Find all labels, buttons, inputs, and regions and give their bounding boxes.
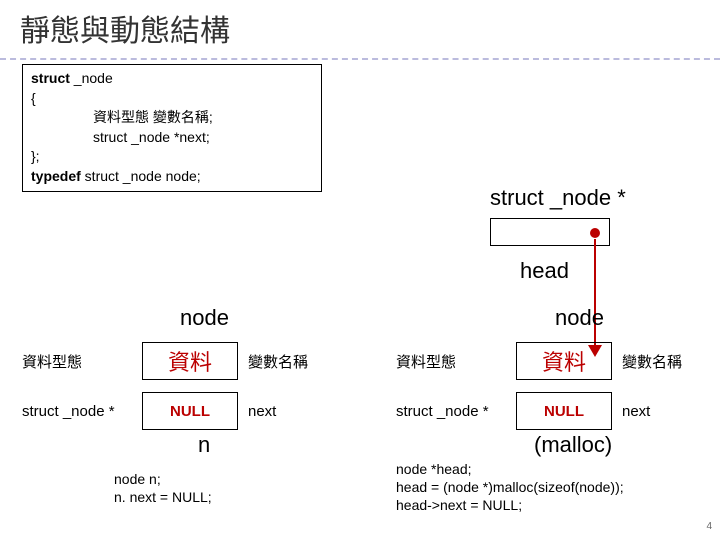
pointer-dot-icon	[590, 228, 600, 238]
right-code-l1: node *head;	[396, 460, 624, 478]
right-data-type: 資料型態	[396, 351, 516, 372]
right-row-next: struct _node * NULL next	[396, 392, 650, 430]
right-data-varname: 變數名稱	[612, 351, 682, 372]
left-data-cell: 資料	[168, 345, 212, 377]
page-number: 4	[706, 521, 712, 532]
head-label: head	[520, 258, 569, 284]
left-row-next: struct _node * NULL next	[22, 392, 276, 430]
typedef-rest: struct _node node;	[81, 168, 201, 184]
right-caption: (malloc)	[534, 432, 612, 458]
brace-open: {	[31, 89, 313, 109]
arrow-line	[594, 239, 596, 349]
left-code-l2: n. next = NULL;	[114, 488, 212, 506]
kw-typedef: typedef	[31, 168, 81, 184]
brace-close: };	[31, 147, 313, 167]
node-label-left: node	[180, 305, 229, 331]
right-data-cell: 資料	[542, 345, 586, 377]
right-next-varname: next	[612, 403, 650, 420]
node-label-right: node	[555, 305, 604, 331]
right-code-snippet: node *head; head = (node *)malloc(sizeof…	[396, 460, 624, 515]
pointer-type-label: struct _node *	[490, 185, 626, 211]
left-next-varname: next	[238, 403, 276, 420]
field-next: struct _node *next;	[31, 128, 313, 148]
kw-struct: struct	[31, 70, 70, 86]
page-title: 靜態與動態結構	[0, 0, 720, 60]
left-data-type: 資料型態	[22, 351, 142, 372]
struct-name: _node	[70, 70, 113, 86]
struct-definition-box: struct _node { 資料型態 變數名稱; struct _node *…	[22, 64, 322, 192]
right-next-type: struct _node *	[396, 403, 516, 420]
left-code-l1: node n;	[114, 470, 212, 488]
right-next-cell: NULL	[544, 403, 584, 420]
left-row-data: 資料型態 資料 變數名稱	[22, 342, 308, 380]
left-caption: n	[198, 432, 210, 458]
right-row-data: 資料型態 資料 變數名稱	[396, 342, 682, 380]
right-code-l3: head->next = NULL;	[396, 496, 624, 514]
left-data-varname: 變數名稱	[238, 351, 308, 372]
left-next-cell: NULL	[170, 403, 210, 420]
field-data: 資料型態 變數名稱;	[31, 108, 313, 128]
right-code-l2: head = (node *)malloc(sizeof(node));	[396, 478, 624, 496]
left-code-snippet: node n; n. next = NULL;	[114, 470, 212, 506]
left-next-type: struct _node *	[22, 403, 142, 420]
